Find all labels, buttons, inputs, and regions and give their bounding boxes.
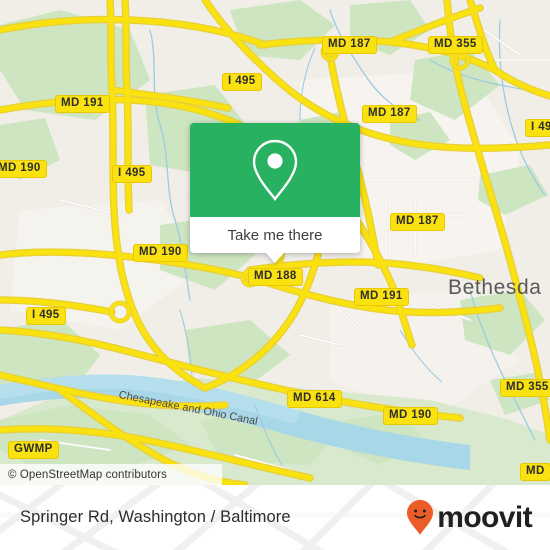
road-shield[interactable]: MD 355	[500, 379, 550, 397]
road-shield[interactable]: MD 191	[354, 288, 409, 306]
moovit-pin-icon	[407, 499, 434, 535]
footer-bar: Springer Rd, Washington / Baltimore moov…	[0, 485, 550, 550]
road-shield[interactable]: MD 188	[248, 268, 303, 286]
road-shield[interactable]: MD 190	[133, 244, 188, 262]
road-shield[interactable]: MD 191	[55, 95, 110, 113]
road-shield[interactable]: MD 187	[362, 105, 417, 123]
callout-icon-area	[190, 123, 360, 217]
road-shield[interactable]: GWMP	[8, 441, 59, 459]
road-shield[interactable]: I 495	[222, 73, 262, 91]
take-me-there-label: Take me there	[227, 226, 323, 244]
road-shield[interactable]: MD	[520, 463, 550, 481]
moovit-wordmark: moovit	[437, 500, 532, 534]
road-shield[interactable]: MD 190	[383, 407, 438, 425]
callout-tail	[266, 253, 284, 263]
city-label-bethesda: Bethesda	[448, 276, 542, 299]
moovit-map-screen: .rdcase { fill:none; stroke:#e8cf3a; str…	[0, 0, 550, 550]
take-me-there-callout[interactable]: Take me there	[190, 123, 360, 263]
road-shield[interactable]: I 495	[26, 307, 66, 325]
road-shield[interactable]: MD 190	[0, 160, 47, 178]
moovit-logo[interactable]: moovit	[405, 485, 533, 550]
map-attribution: © OpenStreetMap contributors	[0, 464, 222, 485]
road-shield[interactable]: MD 355	[428, 36, 483, 54]
place-title: Springer Rd, Washington / Baltimore	[20, 508, 291, 526]
road-shield[interactable]: I 495	[112, 165, 152, 183]
road-shield[interactable]: MD 614	[287, 390, 342, 408]
take-me-there-button[interactable]: Take me there	[190, 217, 360, 263]
map-pin-icon	[252, 139, 298, 201]
road-shield[interactable]: MD 187	[322, 36, 377, 54]
road-shield[interactable]: MD 187	[390, 213, 445, 231]
road-shield[interactable]: I 495	[525, 119, 550, 137]
